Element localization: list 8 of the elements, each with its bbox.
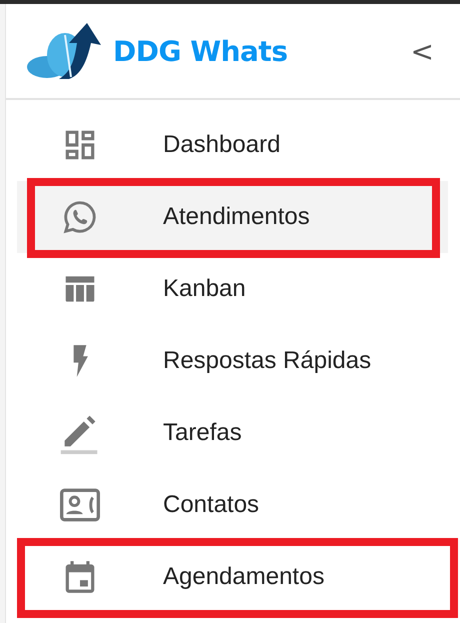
menu-item[interactable]: Agendamentos [17,541,448,613]
collapse-button[interactable]: < [406,34,438,68]
menu-item[interactable]: Contatos [17,469,448,541]
menu-item[interactable]: Respostas Rápidas [17,325,448,397]
menu-item[interactable]: Dashboard [17,109,448,181]
menu-item[interactable]: Tarefas [17,397,448,469]
menu-item[interactable]: Kanban [17,253,448,325]
brand-name: DDG Whats [113,34,288,68]
